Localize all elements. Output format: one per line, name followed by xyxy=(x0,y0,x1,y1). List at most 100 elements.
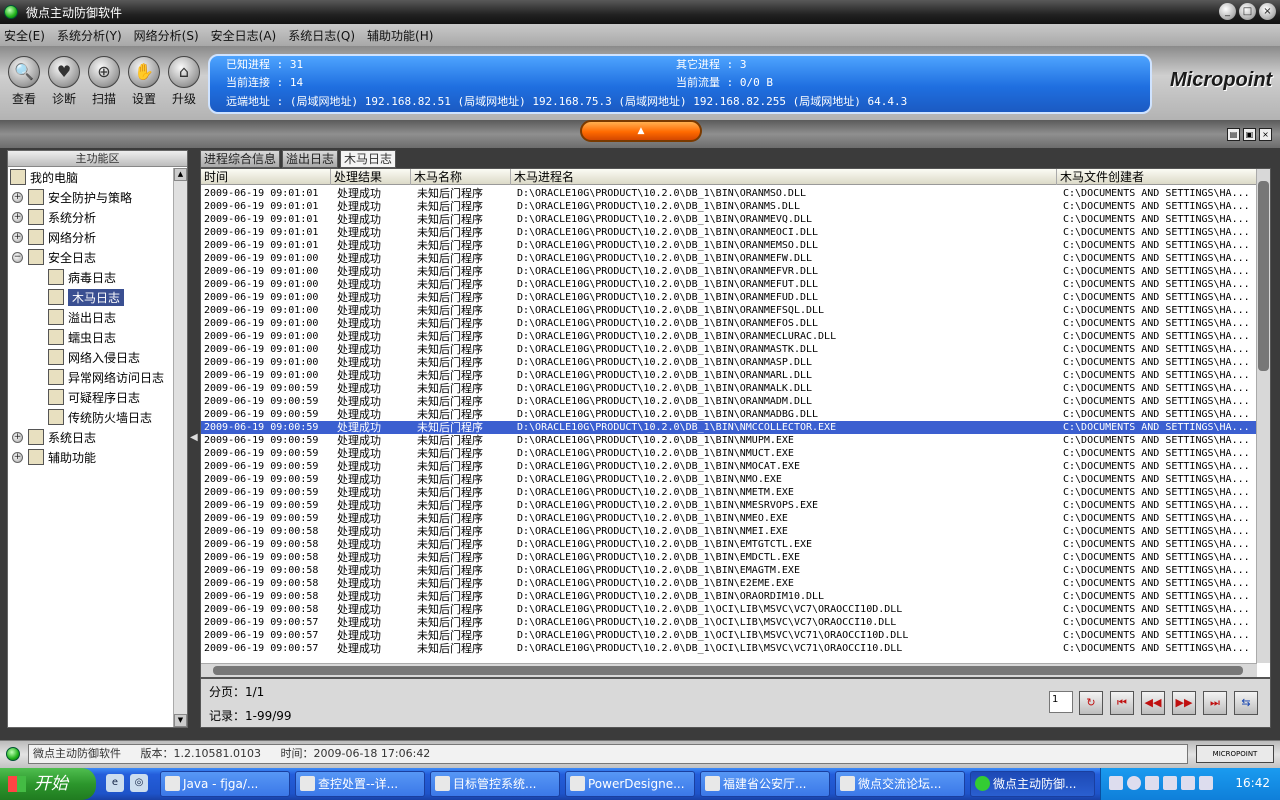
tab-overflow-log[interactable]: 溢出日志 xyxy=(282,150,339,168)
tab-process-info[interactable]: 进程综合信息 xyxy=(200,150,281,168)
collapse-sidebar-icon[interactable]: ◀ xyxy=(190,432,198,443)
table-row[interactable]: 2009-06-19 09:00:58 处理成功 未知后门程序 D:\ORACLE10… xyxy=(201,564,1257,577)
close-button[interactable]: × xyxy=(1259,3,1276,20)
export-button[interactable]: ⇆ xyxy=(1234,691,1258,715)
task-query-detail[interactable]: 查控处置--详... xyxy=(295,771,425,797)
task-target-control[interactable]: 目标管控系统... xyxy=(430,771,560,797)
first-page-button[interactable]: ⏮ xyxy=(1110,691,1134,715)
browser-icon[interactable]: ◎ xyxy=(130,774,148,792)
table-row[interactable]: 2009-06-19 09:01:00 处理成功 未知后门程序 D:\ORACLE10… xyxy=(201,304,1257,317)
settings-button[interactable]: ✋ 设置 xyxy=(126,56,162,107)
table-row[interactable]: 2009-06-19 09:00:59 处理成功 未知后门程序 D:\ORACLE10… xyxy=(201,512,1257,525)
task-fujian-police[interactable]: 福建省公安厅... xyxy=(700,771,830,797)
menu-system-log[interactable]: 系统日志(Q) xyxy=(288,27,355,44)
table-horizontal-scrollbar[interactable] xyxy=(201,663,1257,677)
table-row[interactable]: 2009-06-19 09:01:00 处理成功 未知后门程序 D:\ORACLE10… xyxy=(201,330,1257,343)
sidebar-item[interactable]: 传统防火墙日志 xyxy=(48,408,152,426)
scrollbar-thumb[interactable] xyxy=(213,666,1243,675)
table-row[interactable]: 2009-06-19 09:01:01 处理成功 未知后门程序 D:\ORACLE10… xyxy=(201,213,1257,226)
table-row[interactable]: 2009-06-19 09:00:59 处理成功 未知后门程序 D:\ORACLE10… xyxy=(201,421,1257,434)
volume-icon[interactable] xyxy=(1181,776,1195,790)
start-button[interactable]: 开始 xyxy=(0,768,96,800)
task-powerdesigner[interactable]: PowerDesigne... xyxy=(565,771,695,797)
task-java[interactable]: Java - fjga/... xyxy=(160,771,290,797)
sidebar-scrollbar[interactable]: ▲ ▼ xyxy=(173,168,187,727)
table-row[interactable]: 2009-06-19 09:00:57 处理成功 未知后门程序 D:\ORACLE10… xyxy=(201,616,1257,629)
restore-view-icon[interactable]: ▣ xyxy=(1243,128,1256,141)
table-row[interactable]: 2009-06-19 09:01:01 处理成功 未知后门程序 D:\ORACLE10… xyxy=(201,200,1257,213)
table-row[interactable]: 2009-06-19 09:01:00 处理成功 未知后门程序 D:\ORACLE10… xyxy=(201,317,1257,330)
sidebar-item[interactable]: 蠕虫日志 xyxy=(48,328,116,346)
expand-toggle-icon[interactable]: + xyxy=(12,431,23,443)
table-row[interactable]: 2009-06-19 09:00:59 处理成功 未知后门程序 D:\ORACLE10… xyxy=(201,499,1257,512)
table-row[interactable]: 2009-06-19 09:00:59 处理成功 未知后门程序 D:\ORACLE10… xyxy=(201,486,1257,499)
table-row[interactable]: 2009-06-19 09:01:00 处理成功 未知后门程序 D:\ORACLE10… xyxy=(201,252,1257,265)
expand-toggle-icon[interactable]: − xyxy=(12,251,23,263)
table-row[interactable]: 2009-06-19 09:01:01 处理成功 未知后门程序 D:\ORACLE10… xyxy=(201,187,1257,200)
menu-security-log[interactable]: 安全日志(A) xyxy=(211,27,277,44)
col-trojan-name[interactable]: 木马名称 xyxy=(411,169,511,185)
scroll-up-icon[interactable]: ▲ xyxy=(174,168,187,181)
internet-explorer-icon[interactable]: e xyxy=(106,774,124,792)
table-row[interactable]: 2009-06-19 09:00:58 处理成功 未知后门程序 D:\ORACLE10… xyxy=(201,577,1257,590)
menu-network-analysis[interactable]: 网络分析(S) xyxy=(134,27,199,44)
col-process-name[interactable]: 木马进程名 xyxy=(511,169,1057,185)
keyboard-icon[interactable] xyxy=(1109,776,1123,790)
table-row[interactable]: 2009-06-19 09:00:59 处理成功 未知后门程序 D:\ORACLE10… xyxy=(201,447,1257,460)
upgrade-button[interactable]: ⌂ 升级 xyxy=(166,56,202,107)
table-row[interactable]: 2009-06-19 09:00:58 处理成功 未知后门程序 D:\ORACLE10… xyxy=(201,525,1257,538)
sidebar-item[interactable]: 溢出日志 xyxy=(48,308,116,326)
menu-system-analysis[interactable]: 系统分析(Y) xyxy=(57,27,122,44)
table-row[interactable]: 2009-06-19 09:01:00 处理成功 未知后门程序 D:\ORACLE10… xyxy=(201,343,1257,356)
prev-page-button[interactable]: ◀◀ xyxy=(1141,691,1165,715)
sidebar-item[interactable]: + 安全防护与策略 xyxy=(12,188,132,206)
network-icon[interactable] xyxy=(1145,776,1159,790)
sidebar-item[interactable]: + 网络分析 xyxy=(12,228,96,246)
collapse-toolbar-button[interactable]: ▲ xyxy=(580,120,702,142)
security-icon[interactable] xyxy=(1199,776,1213,790)
table-row[interactable]: 2009-06-19 09:01:00 处理成功 未知后门程序 D:\ORACLE10… xyxy=(201,278,1257,291)
table-row[interactable]: 2009-06-19 09:00:58 处理成功 未知后门程序 D:\ORACLE10… xyxy=(201,603,1257,616)
list-view-icon[interactable]: ▤ xyxy=(1227,128,1240,141)
task-micropoint[interactable]: 微点主动防御... xyxy=(970,771,1095,797)
maximize-button[interactable]: □ xyxy=(1239,3,1256,20)
sidebar-item[interactable]: + 辅助功能 xyxy=(12,448,96,466)
scrollbar-thumb[interactable] xyxy=(1258,181,1269,371)
page-number-input[interactable]: 1 xyxy=(1049,691,1073,713)
table-row[interactable]: 2009-06-19 09:01:01 处理成功 未知后门程序 D:\ORACLE10… xyxy=(201,239,1257,252)
expand-toggle-icon[interactable]: + xyxy=(12,211,23,223)
back-arrow-icon[interactable] xyxy=(1127,776,1141,790)
table-row[interactable]: 2009-06-19 09:01:00 处理成功 未知后门程序 D:\ORACLE10… xyxy=(201,265,1257,278)
table-row[interactable]: 2009-06-19 09:01:00 处理成功 未知后门程序 D:\ORACLE10… xyxy=(201,291,1257,304)
menu-security[interactable]: 安全(E) xyxy=(4,27,45,44)
menu-help-functions[interactable]: 辅助功能(H) xyxy=(367,27,433,44)
expand-toggle-icon[interactable]: + xyxy=(12,451,23,463)
sidebar-item[interactable]: 网络入侵日志 xyxy=(48,348,140,366)
table-row[interactable]: 2009-06-19 09:01:00 处理成功 未知后门程序 D:\ORACLE10… xyxy=(201,356,1257,369)
col-time[interactable]: 时间 xyxy=(201,169,331,185)
minimize-button[interactable]: _ xyxy=(1219,3,1236,20)
sidebar-item[interactable]: + 系统日志 xyxy=(12,428,96,446)
sidebar-item[interactable]: 异常网络访问日志 xyxy=(48,368,164,386)
close-view-icon[interactable]: × xyxy=(1259,128,1272,141)
sidebar-item[interactable]: − 安全日志 xyxy=(12,248,96,266)
table-row[interactable]: 2009-06-19 09:00:57 处理成功 未知后门程序 D:\ORACLE10… xyxy=(201,629,1257,642)
scan-button[interactable]: ⊕ 扫描 xyxy=(86,56,122,107)
table-row[interactable]: 2009-06-19 09:00:59 处理成功 未知后门程序 D:\ORACLE10… xyxy=(201,395,1257,408)
tab-trojan-log[interactable]: 木马日志 xyxy=(340,150,397,168)
next-page-button[interactable]: ▶▶ xyxy=(1172,691,1196,715)
sidebar-item[interactable]: 病毒日志 xyxy=(48,268,116,286)
view-button[interactable]: 🔍 查看 xyxy=(6,56,42,107)
table-row[interactable]: 2009-06-19 09:00:59 处理成功 未知后门程序 D:\ORACLE10… xyxy=(201,382,1257,395)
sidebar-item[interactable]: 我的电脑 xyxy=(10,168,78,186)
scroll-down-icon[interactable]: ▼ xyxy=(174,714,187,727)
task-forum[interactable]: 微点交流论坛... xyxy=(835,771,965,797)
col-result[interactable]: 处理结果 xyxy=(331,169,411,185)
sidebar-item[interactable]: 木马日志 xyxy=(48,288,125,306)
table-row[interactable]: 2009-06-19 09:00:59 处理成功 未知后门程序 D:\ORACLE10… xyxy=(201,408,1257,421)
expand-toggle-icon[interactable]: + xyxy=(12,191,23,203)
table-vertical-scrollbar[interactable] xyxy=(1256,169,1270,663)
refresh-button[interactable]: ↻ xyxy=(1079,691,1103,715)
table-row[interactable]: 2009-06-19 09:00:58 处理成功 未知后门程序 D:\ORACLE10… xyxy=(201,590,1257,603)
table-row[interactable]: 2009-06-19 09:00:59 处理成功 未知后门程序 D:\ORACLE10… xyxy=(201,434,1257,447)
